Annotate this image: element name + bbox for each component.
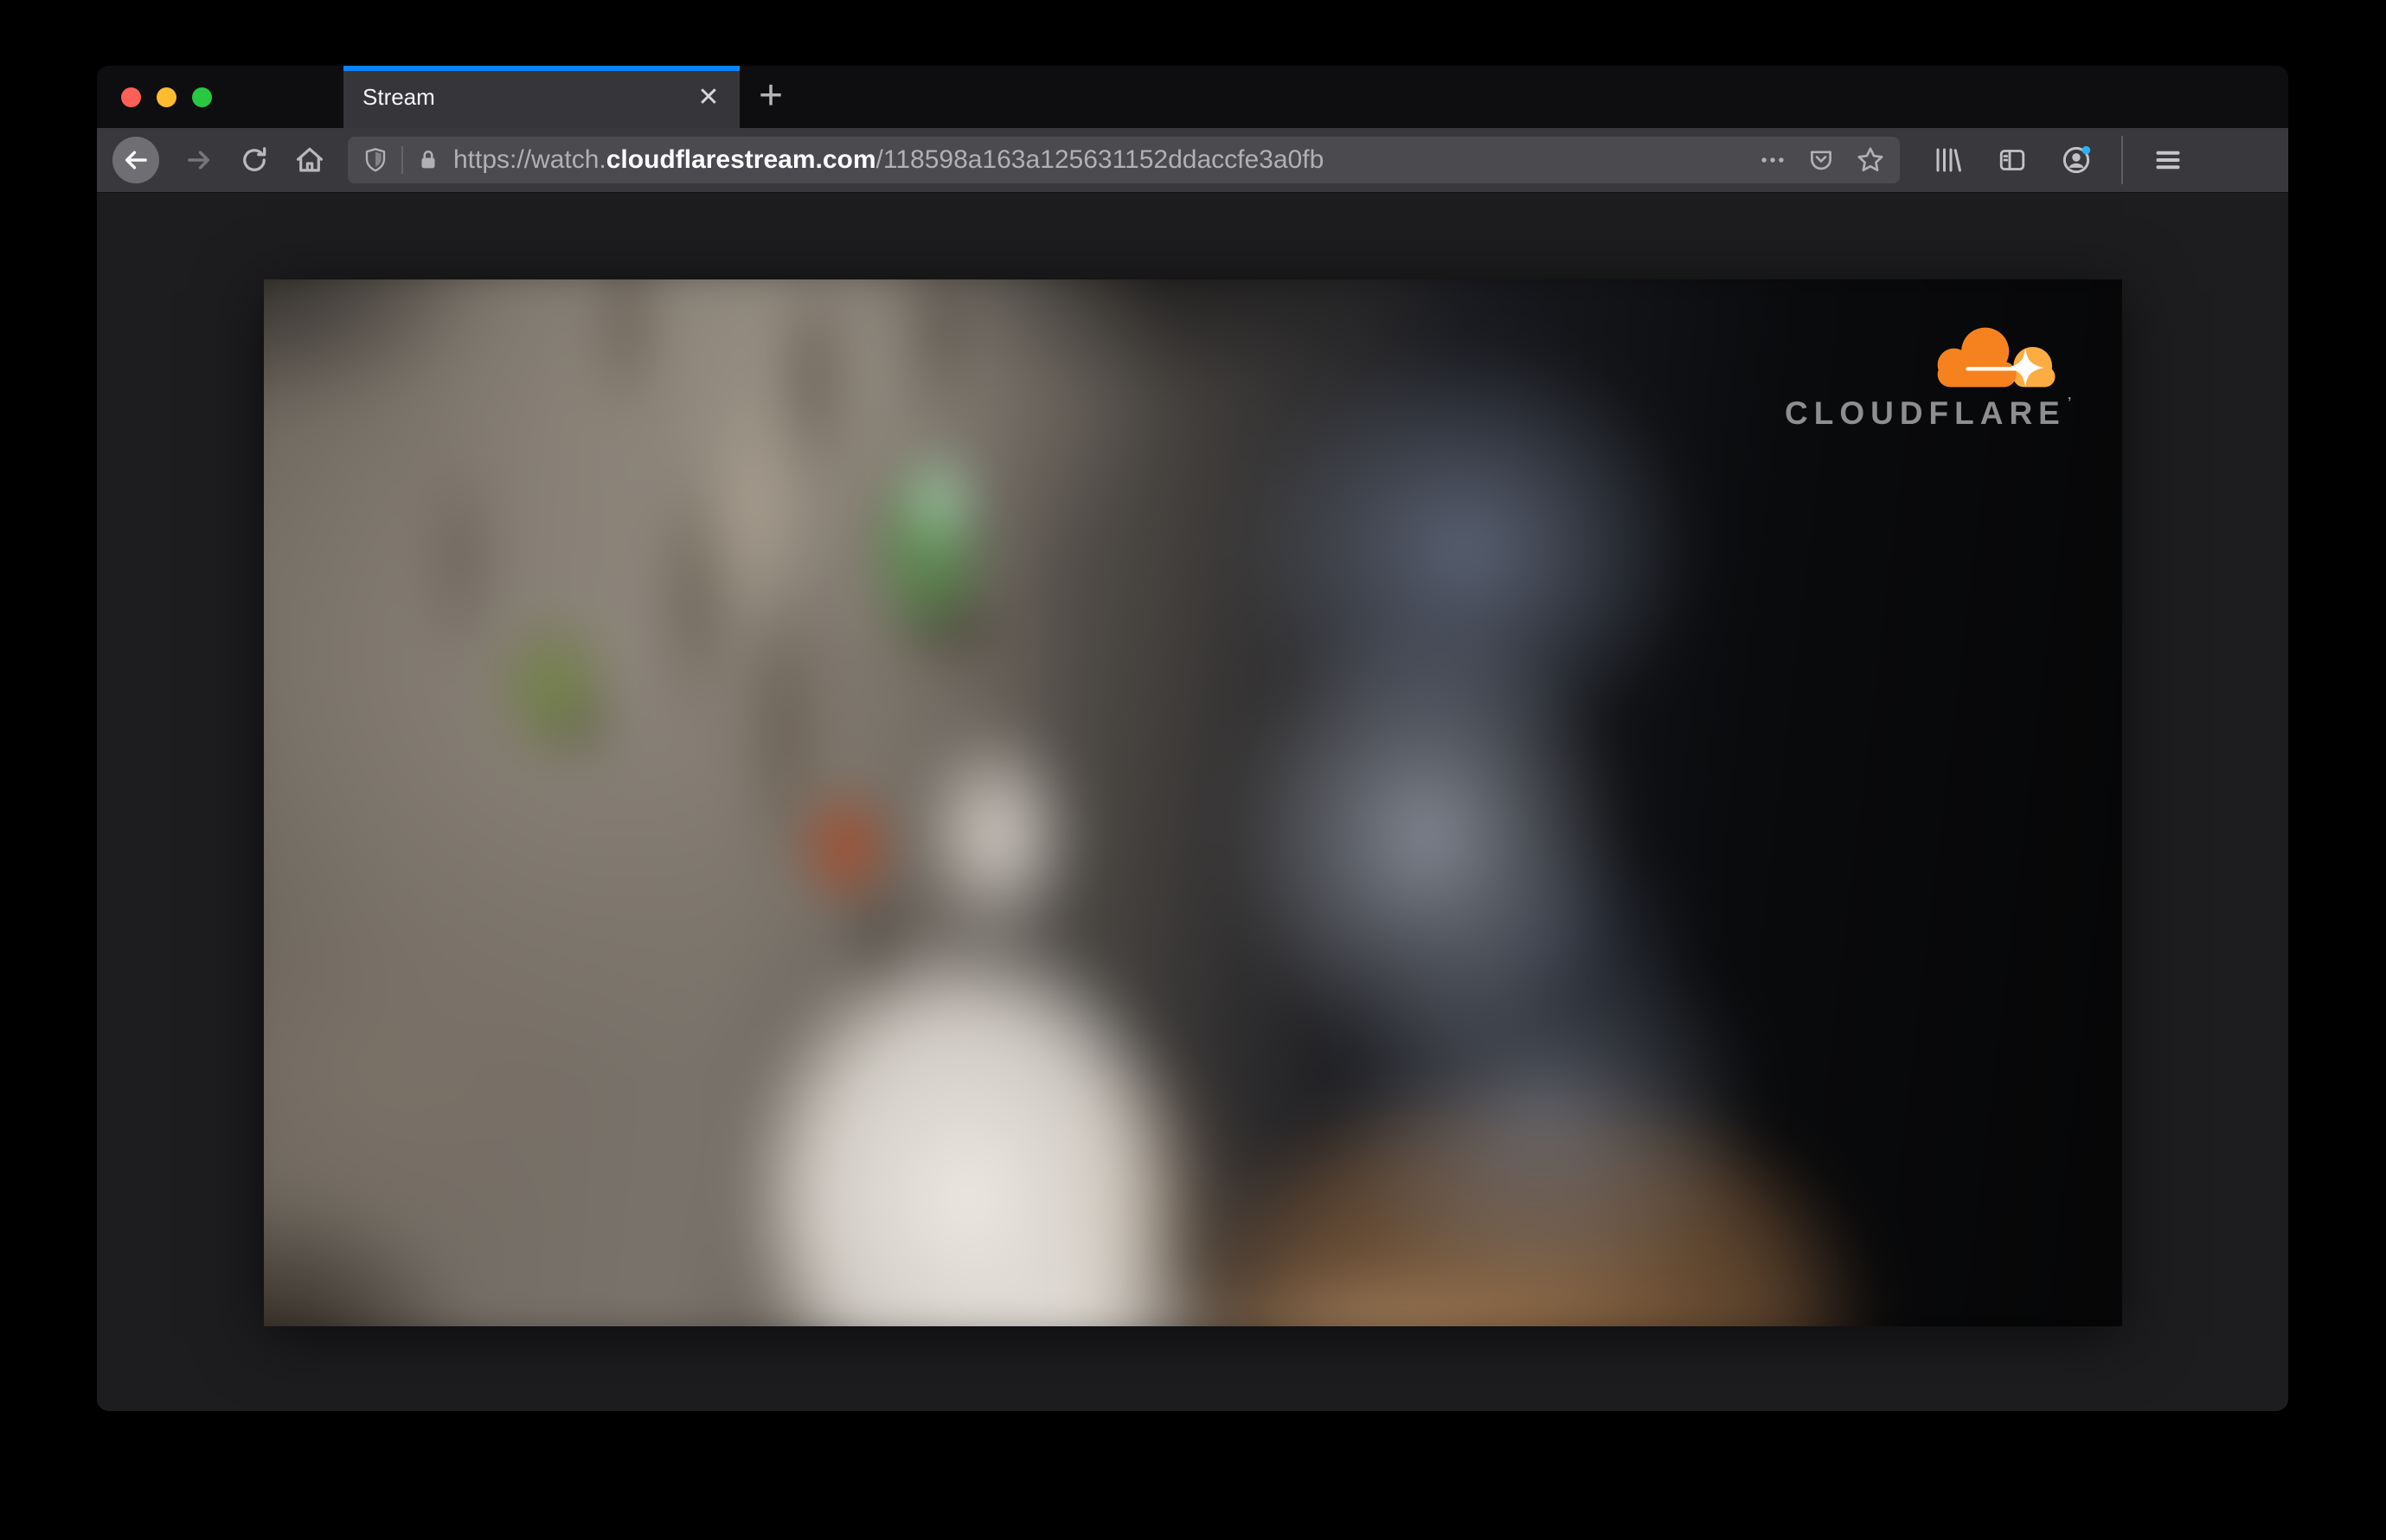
tab-stream[interactable]: Stream ✕ <box>343 66 740 128</box>
toolbar-right-cluster <box>1921 136 2196 184</box>
tab-bar: Stream ✕ + <box>97 66 2288 128</box>
account-button[interactable] <box>2049 137 2104 183</box>
back-button[interactable] <box>112 137 159 183</box>
library-button[interactable] <box>1921 137 1976 183</box>
home-button[interactable] <box>282 137 337 183</box>
window-minimize-button[interactable] <box>157 87 176 107</box>
account-icon <box>2062 145 2091 174</box>
cloudflare-cloud-icon <box>1937 327 2056 388</box>
urlbar-separator <box>401 146 403 174</box>
back-arrow-icon <box>125 151 147 170</box>
forward-button[interactable] <box>171 137 227 183</box>
url-scheme: https://watch. <box>453 145 606 174</box>
url-domain: cloudflarestream.com <box>606 145 876 174</box>
library-icon <box>1936 148 1961 172</box>
tab-close-button[interactable]: ✕ <box>691 80 726 114</box>
url-path: /118598a163a125631152ddaccfe3a0fb <box>876 145 1324 174</box>
lock-icon[interactable] <box>415 146 441 174</box>
window-close-button[interactable] <box>121 87 141 107</box>
cloudflare-wordmark: CLOUDFLARE’ <box>1785 395 2072 431</box>
urlbar-actions <box>1758 144 1886 176</box>
tab-title: Stream <box>362 83 435 110</box>
menu-button[interactable] <box>2140 137 2196 183</box>
home-icon <box>296 147 324 172</box>
tracking-protection-shield-icon[interactable] <box>362 146 389 174</box>
cloudflare-logo: CLOUDFLARE’ <box>1785 321 2072 432</box>
forward-arrow-icon <box>188 151 210 170</box>
screenshot-stage: Stream ✕ + https://watch.cloudflarestrea… <box>0 0 2386 1540</box>
trademark-tick: ’ <box>2067 395 2072 410</box>
video-player[interactable]: CLOUDFLARE’ <box>264 279 2122 1326</box>
sidebar-icon <box>1999 150 2025 170</box>
url-bar[interactable]: https://watch.cloudflarestream.com/11859… <box>348 137 1900 183</box>
page-actions-ellipsis-icon[interactable] <box>1758 145 1787 175</box>
pocket-icon[interactable] <box>1806 145 1836 175</box>
page-content: CLOUDFLARE’ <box>97 193 2288 1411</box>
hamburger-menu-icon <box>2156 151 2180 170</box>
bookmark-star-icon[interactable] <box>1855 144 1886 176</box>
account-notification-dot <box>2081 145 2091 155</box>
reload-button[interactable] <box>227 137 282 183</box>
sidebar-button[interactable] <box>1985 137 2040 183</box>
new-tab-button[interactable]: + <box>740 66 802 128</box>
blurred-cat-video-frame <box>264 279 2122 1326</box>
navigation-toolbar: https://watch.cloudflarestream.com/11859… <box>97 128 2288 193</box>
window-zoom-button[interactable] <box>192 87 212 107</box>
traffic-lights <box>97 66 228 128</box>
toolbar-separator <box>2121 136 2123 184</box>
url-text: https://watch.cloudflarestream.com/11859… <box>453 145 1324 175</box>
browser-window: Stream ✕ + https://watch.cloudflarestrea… <box>97 66 2288 1411</box>
reload-icon <box>243 147 266 171</box>
